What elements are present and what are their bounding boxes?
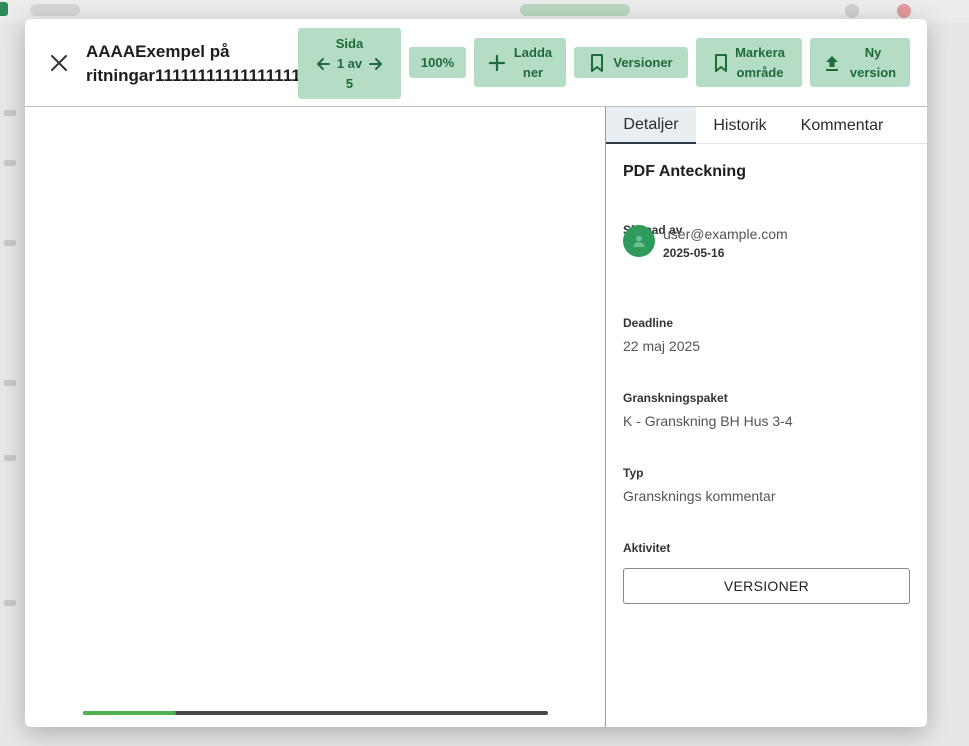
page-total: 5 (345, 75, 354, 91)
type-value: Gransknings kommentar (623, 488, 776, 504)
versions-toolbar-label: Versioner (613, 54, 673, 70)
download-button[interactable]: Ladda ner (474, 38, 566, 87)
page-navigator: Sida 1 av 5 (298, 28, 401, 99)
panel-title: PDF Anteckning (623, 163, 746, 180)
background-icon (897, 4, 911, 18)
deadline-label: Deadline (623, 316, 674, 330)
arrow-right-icon[interactable] (368, 56, 384, 72)
download-label: Ladda ner (514, 43, 552, 83)
zoom-button[interactable]: 100% (409, 47, 466, 78)
user-email: user@example.com (663, 226, 788, 242)
tab-details[interactable]: Detaljer (606, 107, 696, 144)
deadline-value: 22 maj 2025 (623, 338, 701, 354)
avatar (623, 225, 655, 257)
background-line (4, 600, 16, 606)
zoom-label: 100% (420, 54, 455, 70)
background-line (4, 455, 16, 461)
versions-toolbar-button[interactable]: Versioner (574, 47, 688, 78)
scrollbar-thumb[interactable] (83, 711, 176, 715)
document-viewer-dialog: AAAAExempel på ritningar1111111111111111… (25, 19, 927, 727)
download-label-line2: ner (522, 64, 544, 80)
package-value: K - Granskning BH Hus 3-4 (623, 413, 793, 429)
document-title-line1: AAAAExempel på (86, 42, 230, 61)
background-line (4, 110, 16, 116)
close-button[interactable] (47, 51, 71, 75)
upload-icon (825, 55, 838, 71)
new-version-label-line2: version (849, 64, 897, 80)
versions-button[interactable]: VERSIONER (623, 568, 910, 604)
mark-area-label: Markera område (735, 43, 785, 83)
arrow-left-icon[interactable] (315, 56, 331, 72)
bookmark-icon (591, 53, 604, 72)
mark-area-button[interactable]: Markera område (696, 38, 802, 87)
new-version-button[interactable]: Ny version (810, 38, 910, 87)
dialog-header: AAAAExempel på ritningar1111111111111111… (25, 19, 927, 107)
pdf-viewer[interactable] (25, 107, 606, 727)
activity-label: Aktivitet (623, 541, 671, 555)
page-label: Sida (335, 35, 364, 51)
background-line (4, 240, 16, 246)
background-pill (30, 4, 80, 16)
created-date: 2025-05-16 (663, 246, 725, 260)
document-title-line2: ritningar11111111111111111 (86, 66, 301, 85)
background-pill (520, 4, 630, 16)
background-logo (0, 2, 8, 16)
tab-history[interactable]: Historik (696, 107, 784, 144)
person-icon (633, 235, 645, 247)
mark-area-label-line1: Markera (735, 44, 785, 60)
background-line (4, 160, 16, 166)
download-label-line1: Ladda (513, 44, 553, 60)
mark-area-label-line2: område (736, 64, 784, 80)
horizontal-scrollbar[interactable] (83, 711, 548, 715)
new-version-label-line1: Ny (864, 44, 882, 60)
background-line (4, 380, 16, 386)
tab-comment[interactable]: Kommentar (784, 107, 900, 144)
background-icon (845, 4, 859, 18)
page-current: 1 av (336, 55, 363, 71)
plus-icon (488, 54, 505, 71)
new-version-label: Ny version (850, 43, 896, 83)
close-icon (51, 55, 67, 71)
document-title: AAAAExempel på ritningar1111111111111111… (86, 40, 301, 88)
type-label: Typ (623, 466, 644, 480)
details-panel: Detaljer Historik Kommentar PDF Anteckni… (606, 107, 927, 727)
bookmark-icon (715, 53, 728, 72)
panel-tabs: Detaljer Historik Kommentar (606, 107, 927, 144)
package-label: Granskningspaket (623, 391, 728, 405)
